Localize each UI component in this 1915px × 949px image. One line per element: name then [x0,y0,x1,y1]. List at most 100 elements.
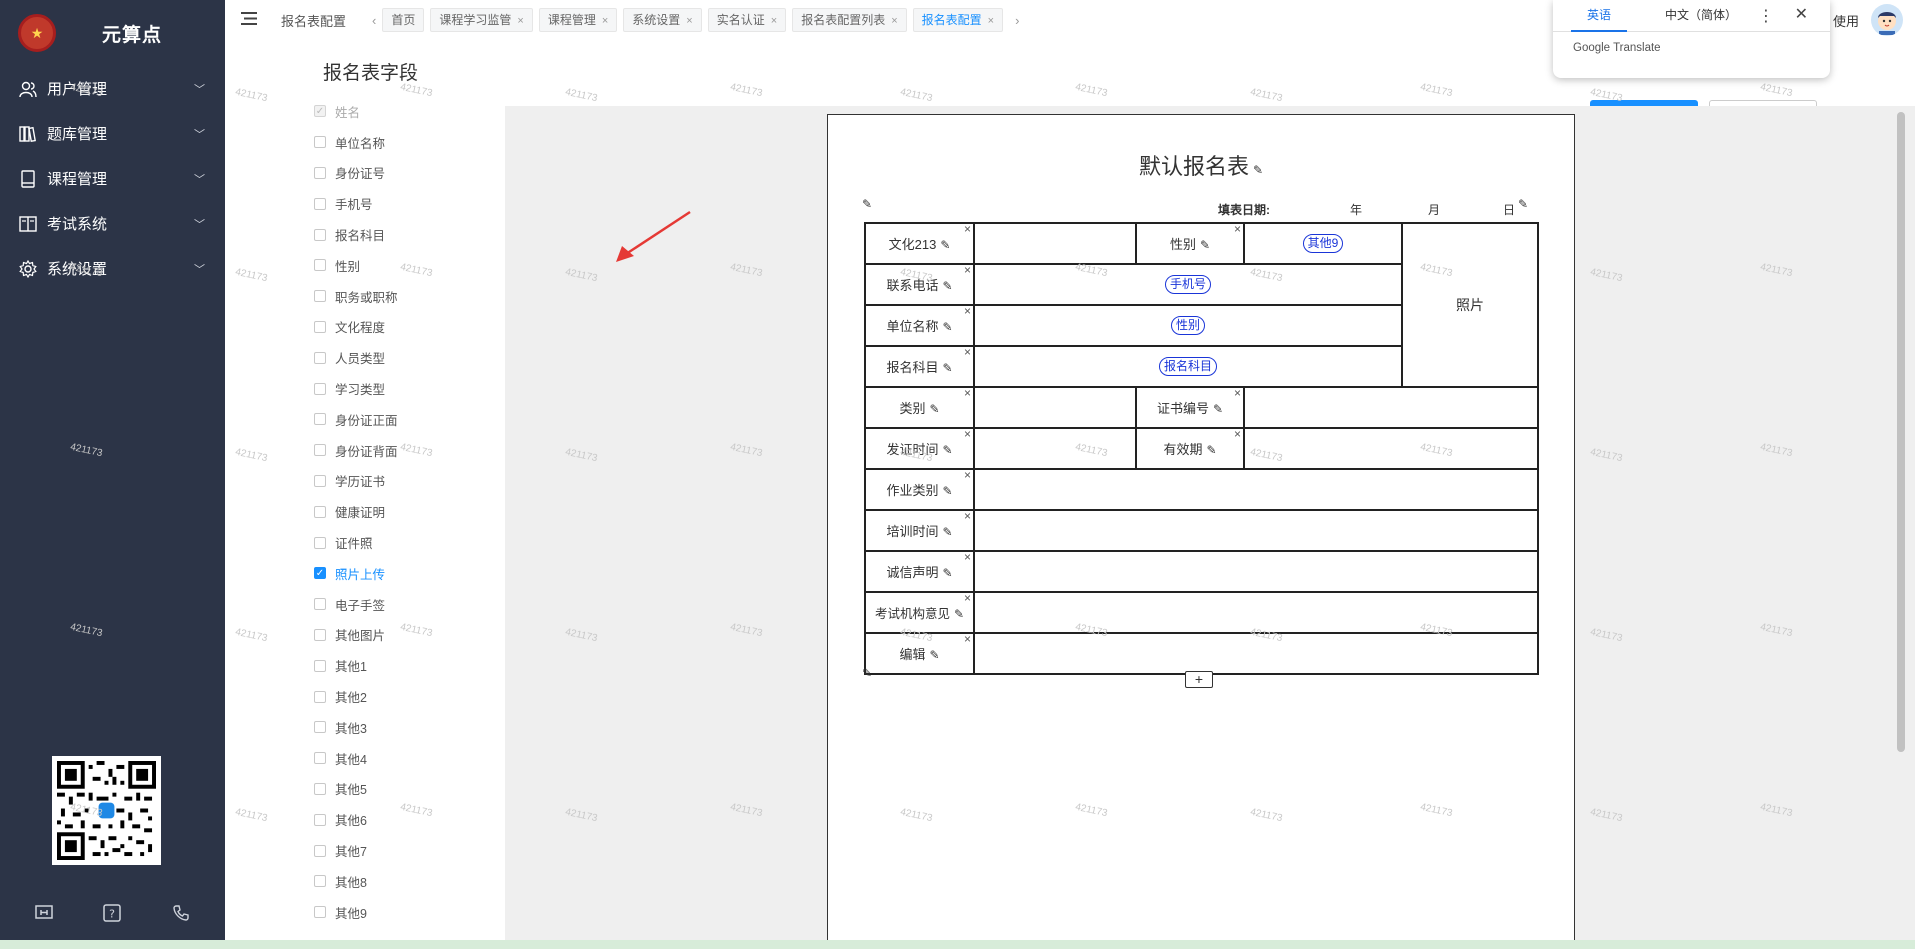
remove-cell-icon[interactable]: × [1234,427,1241,441]
edit-title-icon[interactable]: ✎ [1253,163,1263,177]
checkbox[interactable] [314,782,326,795]
close-tab-icon[interactable]: × [517,15,523,27]
remove-cell-icon[interactable]: × [964,632,971,646]
checkbox[interactable] [314,474,326,487]
tab-6[interactable]: 报名表配置 × [912,8,1004,32]
field-checkbox-item[interactable]: 电子手签 [314,589,398,620]
form-cell-value[interactable]: 手机号 [973,263,1403,306]
form-cell-value[interactable] [973,386,1137,429]
help-icon[interactable]: ? [101,902,123,924]
form-cell-value[interactable] [973,222,1137,265]
form-cell-label[interactable]: 证书编号 ✎ × [1135,386,1245,429]
checkbox[interactable] [314,136,326,149]
checkbox[interactable] [314,290,326,303]
field-checkbox-item[interactable]: 身份证正面 [314,404,398,435]
remove-cell-icon[interactable]: × [964,550,971,564]
form-cell-value[interactable] [973,550,1539,593]
field-checkbox-item[interactable]: 其他8 [314,866,398,897]
form-cell-value[interactable]: 其他9 [1243,222,1403,265]
add-row-button[interactable]: + [1185,671,1213,688]
remove-cell-icon[interactable]: × [964,222,971,236]
checkbox[interactable] [314,320,326,333]
close-tab-icon[interactable]: × [891,15,897,27]
form-cell-label[interactable]: 联系电话 ✎ × [864,263,975,306]
field-checkbox-item[interactable]: 身份证号 [314,158,398,189]
field-checkbox-item[interactable]: 其他2 [314,681,398,712]
field-checkbox-item[interactable]: 性别 [314,250,398,281]
field-checkbox-item[interactable]: 其他9 [314,897,398,928]
tabs-scroll-right-icon[interactable]: › [1015,13,1019,28]
checkbox[interactable] [314,690,326,703]
field-checkbox-item[interactable]: ✓ 照片上传 [314,558,398,589]
sidebar-item-4[interactable]: 系统设置 ﹀ [0,246,225,291]
field-checkbox-item[interactable]: 报名科目 [314,219,398,250]
checkbox[interactable] [314,598,326,611]
preview-scrollbar[interactable] [1897,112,1905,752]
tab-1[interactable]: 课程学习监管 × [430,8,533,32]
form-cell-label[interactable]: 有效期 ✎ × [1135,427,1245,470]
more-options-icon[interactable]: ⋮ [1758,6,1774,26]
tab-english[interactable]: 英语 [1571,0,1628,32]
checkbox[interactable] [314,844,326,857]
tab-2[interactable]: 课程管理 × [538,8,618,32]
checkbox[interactable] [314,906,326,919]
form-cell-value[interactable] [973,591,1539,634]
tab-chinese-simplified[interactable]: 中文（简体） [1649,0,1753,32]
field-checkbox-item[interactable]: 其他7 [314,835,398,866]
checkbox[interactable] [314,166,326,179]
photo-cell[interactable]: 照片 [1401,222,1539,388]
checkbox[interactable] [314,444,326,457]
remove-cell-icon[interactable]: × [964,591,971,605]
checkbox[interactable] [314,752,326,765]
remove-cell-icon[interactable]: × [964,386,971,400]
close-tab-icon[interactable]: × [602,15,608,27]
tab-4[interactable]: 实名认证 × [707,8,787,32]
avatar[interactable] [1871,4,1903,36]
field-tag[interactable]: 其他9 [1302,234,1344,253]
form-cell-label[interactable]: 性别 ✎ × [1135,222,1245,265]
field-checkbox-item[interactable]: 学习类型 [314,373,398,404]
form-cell-label[interactable]: 类别 ✎ × [864,386,975,429]
form-cell-label[interactable]: 作业类别 ✎ × [864,468,975,511]
field-checkbox-item[interactable]: 其他3 [314,712,398,743]
field-checkbox-item[interactable]: 文化程度 [314,312,398,343]
field-tag[interactable]: 手机号 [1164,275,1211,294]
checkbox[interactable] [314,875,326,888]
checkbox[interactable] [314,813,326,826]
phone-icon[interactable] [170,902,192,924]
checkbox[interactable] [314,197,326,210]
remove-cell-icon[interactable]: × [964,263,971,277]
remove-cell-icon[interactable]: × [1234,222,1241,236]
sidebar-item-0[interactable]: 用户管理 ﹀ [0,66,225,111]
checkbox[interactable] [314,505,326,518]
close-tab-icon[interactable]: × [771,15,777,27]
sidebar-item-3[interactable]: 考试系统 ﹀ [0,201,225,246]
tab-5[interactable]: 报名表配置列表 × [792,8,907,32]
form-cell-value[interactable]: 性别 [973,304,1403,347]
form-cell-value[interactable] [973,468,1539,511]
form-cell-value[interactable] [973,509,1539,552]
field-checkbox-item[interactable]: 健康证明 [314,496,398,527]
field-checkbox-item[interactable]: 手机号 [314,188,398,219]
checkbox[interactable] [314,536,326,549]
form-cell-value[interactable] [1243,427,1539,470]
edit-footer-icon[interactable]: ✎ [862,666,872,680]
field-checkbox-item[interactable]: 其他1 [314,650,398,681]
remove-cell-icon[interactable]: × [964,427,971,441]
edit-header-icon[interactable]: ✎ [862,197,872,211]
checkbox[interactable] [314,628,326,641]
field-checkbox-item[interactable]: 身份证背面 [314,435,398,466]
sidebar-item-1[interactable]: 题库管理 ﹀ [0,111,225,156]
remove-cell-icon[interactable]: × [964,345,971,359]
use-label[interactable]: 使用 [1833,11,1859,30]
remove-cell-icon[interactable]: × [964,304,971,318]
form-cell-value[interactable]: 报名科目 [973,345,1403,388]
field-checkbox-item[interactable]: 单位名称 [314,127,398,158]
form-cell-label[interactable]: 编辑 ✎ × [864,632,975,675]
edit-date-icon[interactable]: ✎ [1518,197,1528,211]
checkbox[interactable] [314,228,326,241]
checkbox[interactable] [314,413,326,426]
form-cell-label[interactable]: 考试机构意见 ✎ × [864,591,975,634]
field-checkbox-item[interactable]: 学历证书 [314,466,398,497]
screen-icon[interactable] [33,902,55,924]
